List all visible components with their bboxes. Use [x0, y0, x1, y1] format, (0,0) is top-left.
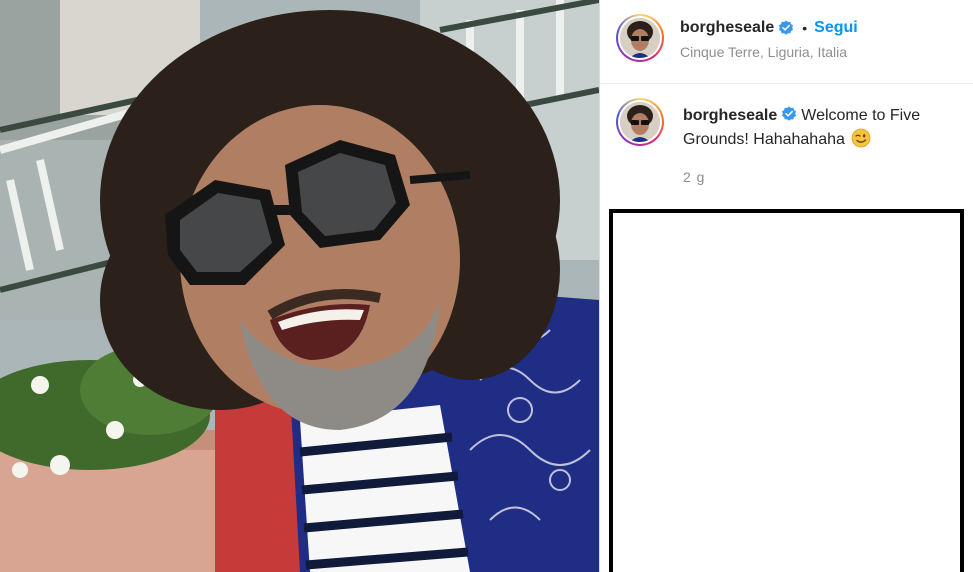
verified-badge-icon: [782, 106, 797, 121]
post-age[interactable]: 2 g: [683, 169, 705, 185]
verified-badge-icon: [779, 20, 794, 35]
selfie-photo: [0, 0, 599, 572]
post-image[interactable]: [0, 0, 599, 572]
winking-face-icon: [851, 128, 871, 148]
comments-placeholder-box: [609, 209, 964, 572]
author-avatar[interactable]: [616, 14, 664, 62]
caption-username[interactable]: borgheseale: [683, 107, 777, 124]
follow-button[interactable]: Segui: [814, 19, 858, 37]
post-sidebar: borgheseale • Segui Cinque Terre, Liguri…: [599, 0, 973, 572]
post-header: borgheseale • Segui Cinque Terre, Liguri…: [600, 0, 973, 84]
author-username[interactable]: borgheseale: [680, 19, 774, 37]
header-user-line: borgheseale • Segui: [680, 17, 858, 39]
avatar-image: [620, 102, 660, 142]
caption-author-avatar[interactable]: [616, 98, 664, 146]
post-caption: borgheseale Welcome to Five Grounds! Hah…: [683, 104, 963, 152]
avatar-image: [620, 18, 660, 58]
post-location[interactable]: Cinque Terre, Liguria, Italia: [680, 44, 847, 60]
header-separator: •: [802, 20, 808, 36]
